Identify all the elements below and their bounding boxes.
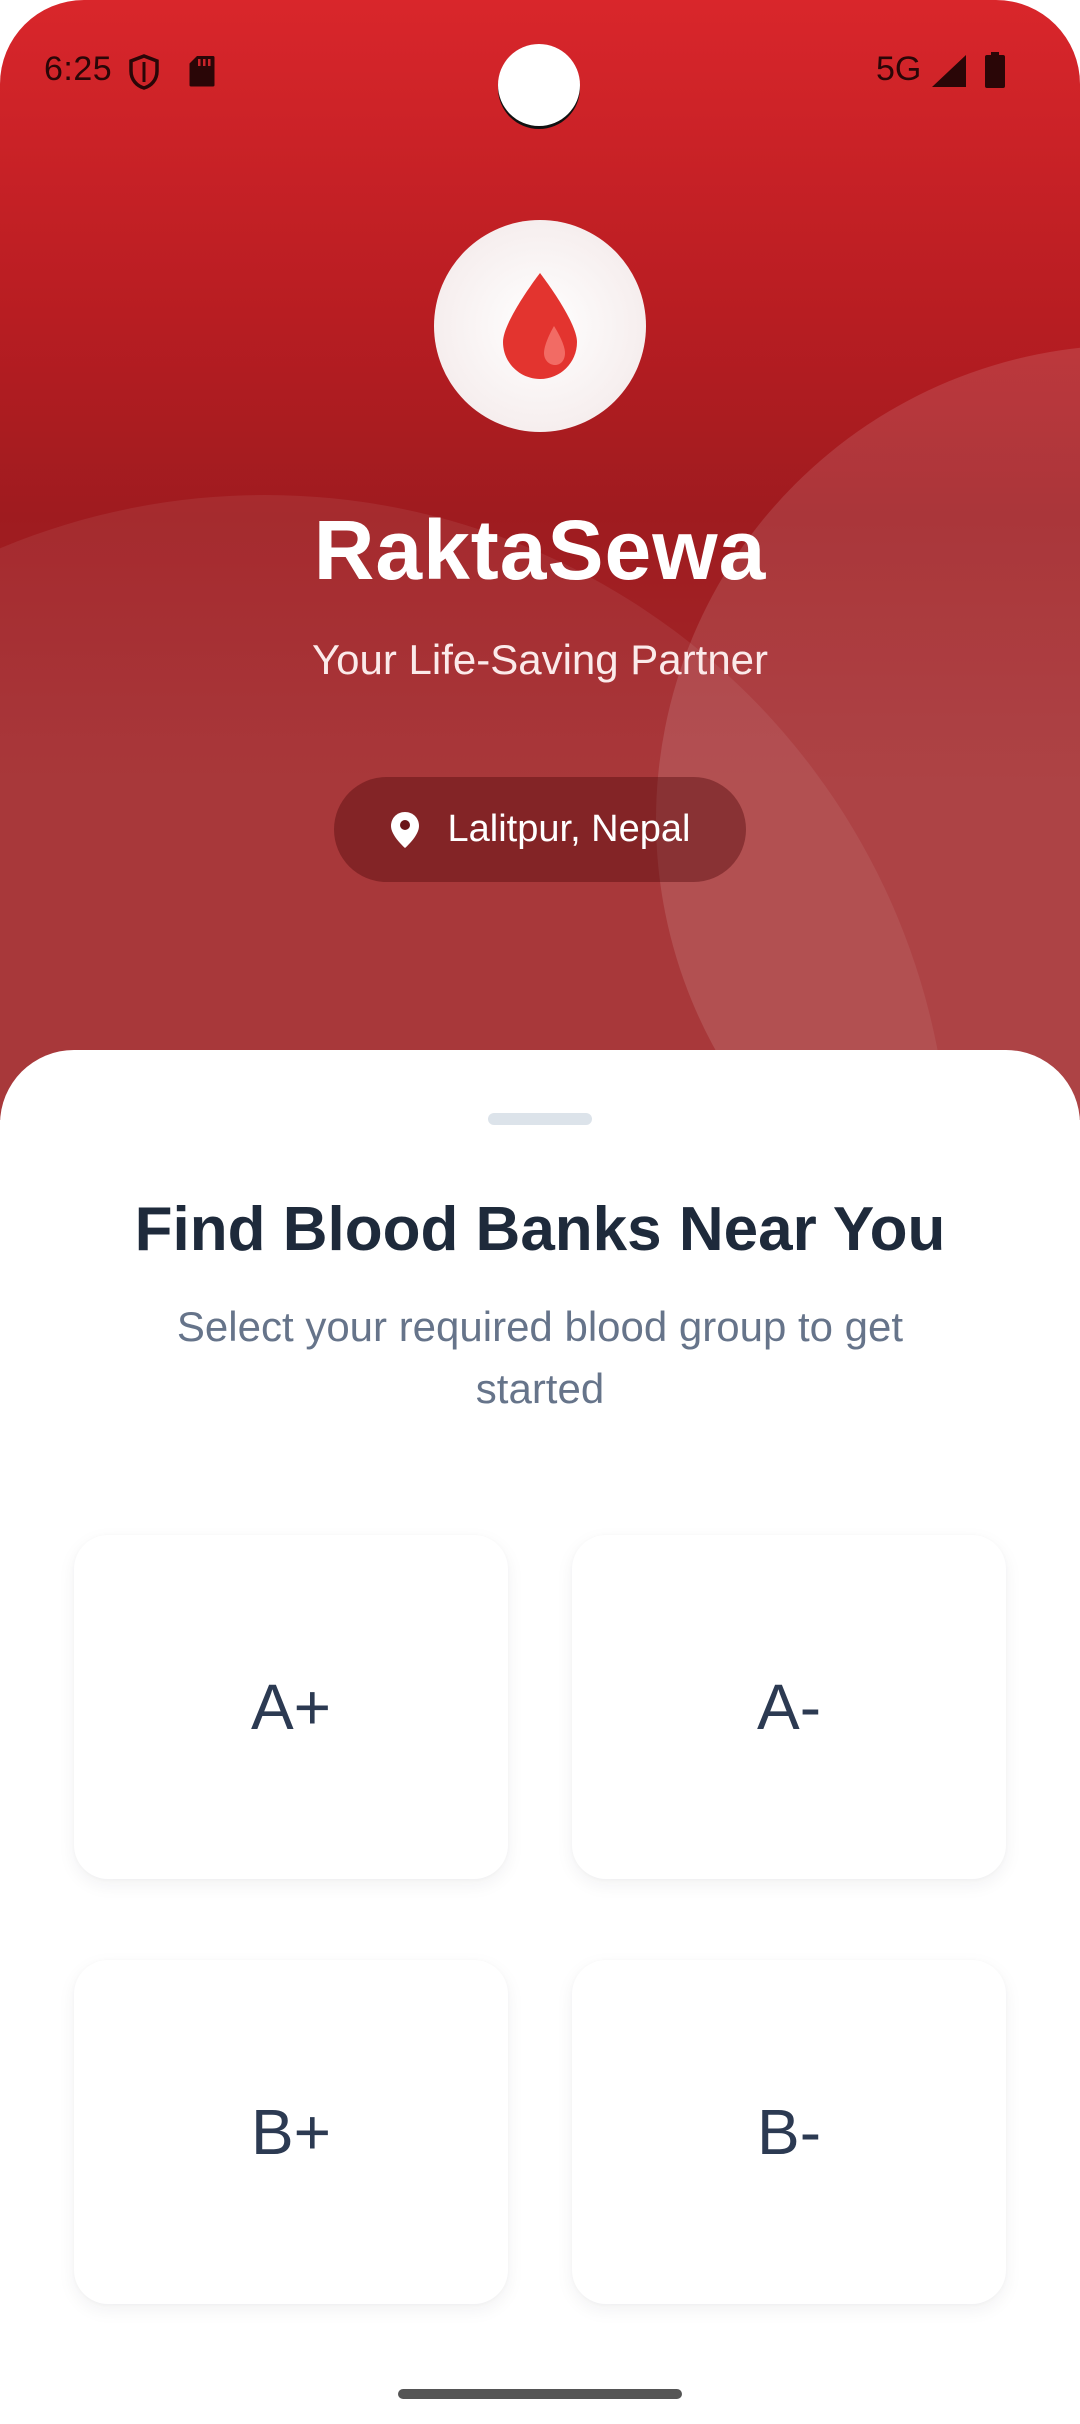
shield-icon (129, 54, 159, 90)
network-type: 5G (876, 50, 922, 88)
camera-cutout (498, 44, 580, 126)
app-logo (434, 220, 646, 432)
sd-card-icon (189, 56, 215, 87)
blood-group-label: B- (757, 2096, 821, 2168)
decorative-circle-right (656, 345, 1080, 1120)
blood-group-label: A- (757, 1671, 821, 1743)
home-gesture-bar[interactable] (398, 2389, 682, 2399)
bottom-sheet: Find Blood Banks Near You Select your re… (0, 1050, 1080, 2424)
blood-group-card-a-negative[interactable]: A- (572, 1535, 1006, 1879)
blood-group-card-a-positive[interactable]: A+ (74, 1535, 508, 1879)
signal-icon (932, 55, 966, 87)
status-bar: 6:25 5G (0, 0, 1080, 140)
sheet-title: Find Blood Banks Near You (134, 1195, 946, 1264)
hero-header: 6:25 5G RaktaSewa Your Life-Saving Partn… (0, 0, 1080, 1120)
blood-drop-icon (503, 273, 577, 379)
status-time: 6:25 (44, 50, 113, 88)
location-label: Lalitpur, Nepal (447, 808, 691, 850)
sheet-subtitle: Select your required blood group to get … (176, 1303, 904, 1412)
app-screen: 6:25 5G RaktaSewa Your Life-Saving Partn… (0, 0, 1080, 2424)
blood-group-card-b-negative[interactable]: B- (572, 1960, 1006, 2304)
app-tagline: Your Life-Saving Partner (311, 636, 769, 683)
sheet-drag-handle[interactable] (488, 1113, 592, 1125)
app-title: RaktaSewa (313, 503, 767, 597)
battery-icon (985, 52, 1005, 88)
blood-group-card-b-positive[interactable]: B+ (74, 1960, 508, 2304)
blood-group-label: B+ (250, 2096, 332, 2168)
location-chip[interactable]: Lalitpur, Nepal (334, 777, 746, 882)
location-pin-icon (390, 811, 419, 848)
blood-group-label: A+ (250, 1671, 332, 1743)
